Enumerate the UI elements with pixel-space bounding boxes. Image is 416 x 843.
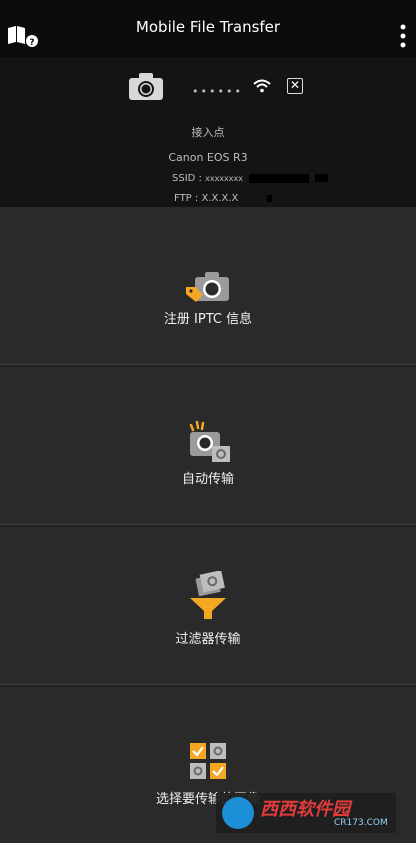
ssid-label: SSID : — [172, 173, 202, 184]
camera-model: Canon EOS R3 — [168, 151, 248, 164]
auto-transfer-camera-icon — [189, 420, 230, 462]
connection-status-panel: •••••• ✕ 接入点 Canon EOS R3 SSID : xxxxxxx… — [0, 57, 416, 207]
menu-item-register-iptc[interactable]: 注册 IPTC 信息 — [0, 207, 416, 365]
ssid-text: SSID : xxxxxxxx — [172, 173, 243, 184]
redaction-bar — [315, 174, 328, 182]
ftp-text: FTP : X.X.X.X — [174, 193, 238, 204]
menu-item-label: 自动传输 — [181, 472, 234, 487]
disconnect-button[interactable]: ✕ — [287, 78, 303, 94]
ftp-label: FTP : — [174, 193, 199, 204]
menu-item-auto-transfer[interactable]: 自动传输 — [0, 367, 416, 525]
redaction-bar — [249, 174, 309, 183]
watermark: 西西软件园 CR173.COM — [216, 793, 396, 833]
app-title: Mobile File Transfer — [135, 18, 281, 36]
wifi-icon — [253, 79, 271, 93]
more-options-icon[interactable] — [396, 22, 410, 50]
ssid-value: xxxxxxxx — [205, 174, 243, 183]
image-grid-check-icon — [190, 743, 226, 779]
access-point-label: 接入点 — [191, 126, 225, 139]
menu-item-label: 过滤器传输 — [175, 632, 241, 647]
connection-dots: •••••• — [192, 85, 243, 98]
svg-text:?: ? — [29, 38, 34, 48]
watermark-logo-icon — [222, 797, 254, 829]
menu-item-filter-transfer[interactable]: 过滤器传输 — [0, 527, 416, 685]
redaction-bar — [267, 195, 272, 202]
ftp-value: X.X.X.X — [201, 193, 239, 204]
filter-funnel-icon — [190, 571, 226, 619]
top-bar: ? Mobile File Transfer — [0, 0, 416, 57]
menu-item-label: 注册 IPTC 信息 — [163, 312, 253, 327]
camera-icon — [129, 73, 163, 100]
watermark-url: CR173.COM — [334, 818, 388, 828]
